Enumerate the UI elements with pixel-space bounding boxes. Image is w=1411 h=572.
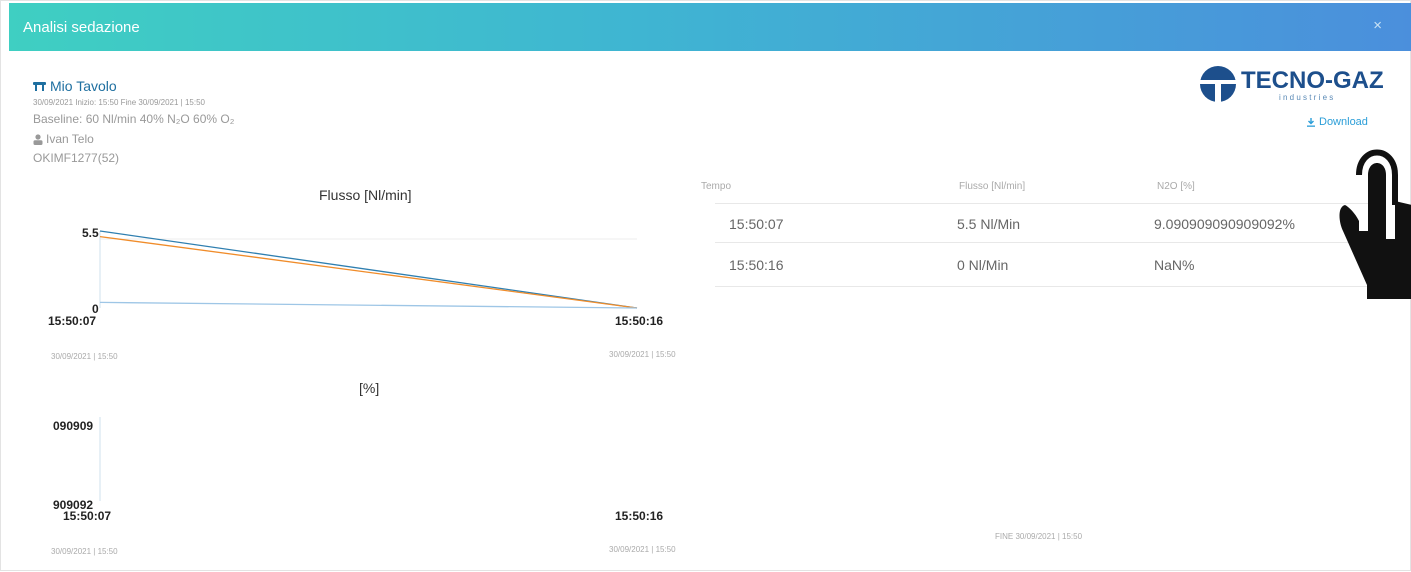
logo-tagline: i n d u s t r i e s <box>1279 93 1333 102</box>
table-cell-n2o: NaN% <box>1154 257 1195 273</box>
table-divider <box>715 242 1375 243</box>
table-cell-n2o: 9.090909090909092% <box>1154 216 1295 232</box>
download-label: Download <box>1319 116 1368 128</box>
table-divider <box>715 203 1375 204</box>
header-n2o: N2O [%] <box>1157 181 1195 192</box>
close-icon[interactable]: × <box>1373 17 1382 34</box>
session-end-label: FINE 30/09/2021 | 15:50 <box>995 532 1083 541</box>
table-cell-flow: 5.5 Nl/Min <box>957 216 1021 232</box>
pct-date-end: 30/09/2021 | 15:50 <box>609 545 676 554</box>
table-cell-time: 15:50:16 <box>729 257 784 273</box>
pct-x-tick-start: 15:50:07 <box>63 509 112 523</box>
pct-date-start: 30/09/2021 | 15:50 <box>51 547 118 556</box>
header-flusso: Flusso [Nl/min] <box>959 181 1026 192</box>
pointer-hand-icon <box>1339 149 1411 299</box>
logo-text: TECNO-GAZ <box>1241 67 1384 94</box>
table-cell-time: 15:50:07 <box>729 216 784 232</box>
sedation-analysis-modal: Analisi sedazione × Mio Tavolo 30/09/202… <box>0 0 1411 571</box>
header-tempo: Tempo <box>701 181 732 192</box>
download-icon <box>1307 117 1315 127</box>
pct-x-tick-end: 15:50:16 <box>615 509 664 523</box>
pct-chart <box>99 417 101 501</box>
table-divider <box>715 286 1375 287</box>
download-button[interactable]: Download <box>1307 116 1368 128</box>
pct-y-tick-top: 090909 <box>53 419 94 433</box>
tecno-gaz-logo: TECNO-GAZ i n d u s t r i e s <box>1199 65 1385 103</box>
table-cell-flow: 0 Nl/Min <box>957 257 1009 273</box>
